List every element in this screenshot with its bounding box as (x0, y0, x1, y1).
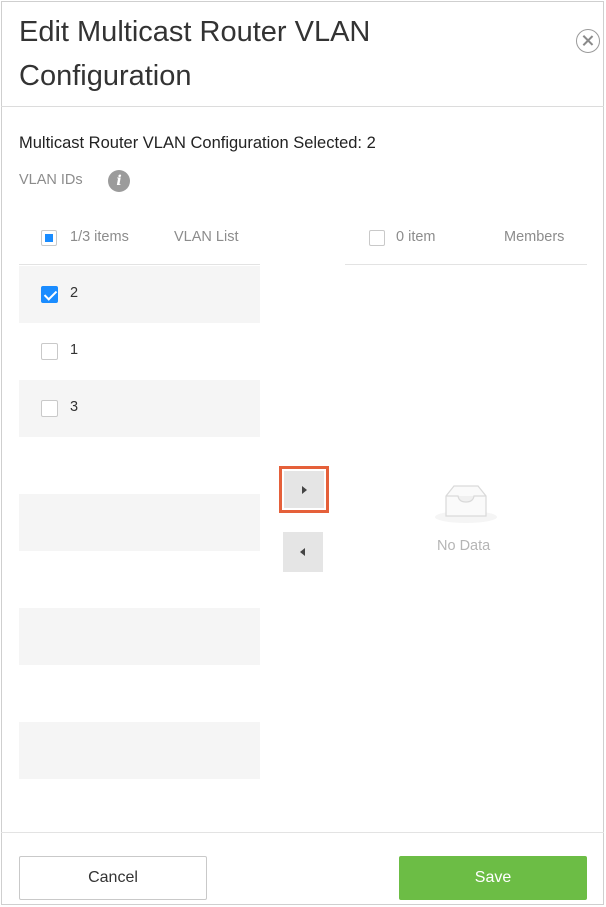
empty-row (19, 722, 260, 779)
move-to-members-button[interactable] (279, 466, 329, 513)
empty-row (19, 437, 260, 494)
empty-row (19, 665, 260, 722)
close-icon[interactable] (576, 29, 600, 53)
vlan-item-label: 3 (70, 399, 79, 415)
vlan-item-checkbox[interactable] (41, 400, 58, 417)
vlan-item-label: 2 (70, 285, 79, 301)
vlan-list-count: 1/3 items (70, 229, 129, 245)
info-icon[interactable]: i (108, 170, 130, 192)
vlan-list-title: VLAN List (174, 229, 239, 245)
footer-divider (1, 832, 604, 833)
vlan-list: 2 1 3 (19, 266, 260, 779)
empty-inbox-icon (435, 485, 497, 523)
vlan-item-checkbox[interactable] (41, 343, 58, 360)
vlan-item-checkbox[interactable] (41, 286, 58, 303)
vlan-ids-label: VLAN IDs (19, 172, 83, 188)
save-button[interactable]: Save (399, 856, 587, 900)
caret-right-icon (284, 471, 324, 508)
empty-row (19, 608, 260, 665)
no-data-text: No Data (437, 538, 491, 554)
members-header: 0 item Members (345, 210, 587, 265)
select-all-vlan-checkbox[interactable] (41, 230, 57, 246)
members-count: 0 item (396, 229, 436, 245)
list-item[interactable]: 3 (19, 380, 260, 437)
select-all-members-checkbox[interactable] (369, 230, 385, 246)
empty-row (19, 494, 260, 551)
list-item[interactable]: 2 (19, 266, 260, 323)
selected-count-text: Multicast Router VLAN Configuration Sele… (19, 134, 376, 152)
header-divider (1, 106, 604, 107)
members-title: Members (504, 229, 565, 245)
cancel-button[interactable]: Cancel (19, 856, 207, 900)
vlan-item-label: 1 (70, 342, 79, 358)
move-to-vlan-list-button[interactable] (283, 532, 323, 572)
vlan-list-header: 1/3 items VLAN List (19, 210, 260, 265)
dialog-title: Edit Multicast Router VLAN Configuration (19, 16, 371, 92)
list-item[interactable]: 1 (19, 323, 260, 380)
empty-row (19, 551, 260, 608)
